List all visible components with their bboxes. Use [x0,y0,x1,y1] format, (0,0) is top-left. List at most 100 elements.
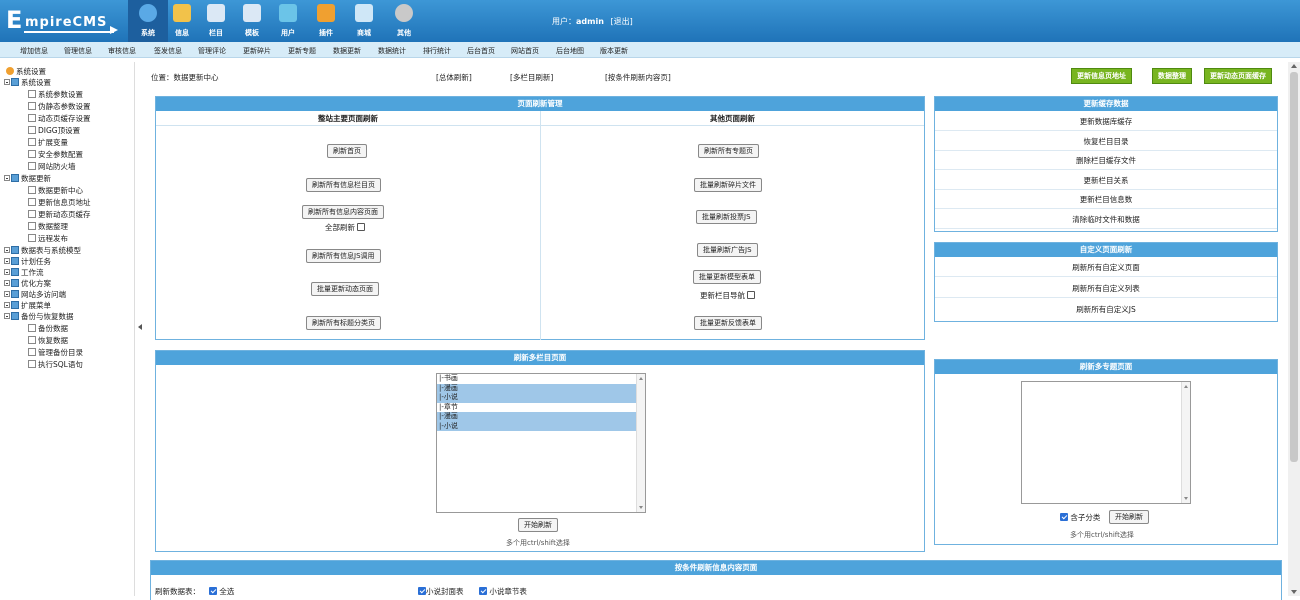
multi-column-refresh-link[interactable]: [多栏目刷新] [510,72,553,83]
sub-menu-item-11[interactable]: 网站首页 [511,46,539,56]
sidebar-item-sys-2[interactable]: 动态页缓存设置 [28,114,91,124]
sub-menu-item-13[interactable]: 版本更新 [600,46,628,56]
sidebar-group-backup[interactable]: 备份与恢复数据 [4,312,74,322]
collapse-arrow-icon[interactable] [138,324,142,330]
column-option-4[interactable]: |-漫画 [437,412,645,422]
conditional-refresh-link[interactable]: [按条件刷新内容页] [605,72,671,83]
page-scroll-thumb[interactable] [1290,72,1298,462]
sidebar-item-upd-2[interactable]: 更新动态页缓存 [28,210,91,220]
sub-menu-item-12[interactable]: 后台地图 [556,46,584,56]
sidebar-group-3[interactable]: 优化方案 [4,279,51,289]
expand-icon[interactable] [4,247,10,253]
update-nav-check[interactable]: 更新栏目导航 [700,290,756,301]
sidebar-item-sys-3[interactable]: DIGG顶设置 [28,126,80,136]
refresh-all-checkbox[interactable] [357,223,366,231]
update-dynamic-cache-button[interactable]: 更新动态页面缓存 [1204,68,1272,84]
custom-item-2[interactable]: 刷新所有自定义JS [935,300,1277,319]
right-refresh-button-3[interactable]: 批量刷新广告JS [697,243,758,257]
sidebar-item-upd-0[interactable]: 数据更新中心 [28,186,83,196]
sidebar-group-0[interactable]: 数据表与系统模型 [4,246,81,256]
select-all-checkbox[interactable] [209,587,217,595]
sidebar-group-2[interactable]: 工作流 [4,268,44,278]
sidebar-item-upd-4[interactable]: 远程发布 [28,234,68,244]
sidebar-item-upd-3[interactable]: 数据整理 [28,222,68,232]
left-refresh-button-3[interactable]: 刷新所有信息JS调用 [306,249,381,263]
cache-item-4[interactable]: 更新栏目信息数 [935,190,1277,209]
expand-icon[interactable] [4,258,10,264]
left-refresh-button-0[interactable]: 刷新首页 [327,144,367,158]
start-refresh-topics-button[interactable]: 开始刷新 [1109,510,1149,524]
sidebar-item-sys-5[interactable]: 安全参数配置 [28,150,83,160]
sub-menu-item-9[interactable]: 排行统计 [423,46,451,56]
sidebar-item-sys-0[interactable]: 系统参数设置 [28,90,83,100]
sidebar-item-bak-2[interactable]: 管理备份目录 [28,348,83,358]
custom-item-1[interactable]: 刷新所有自定义列表 [935,279,1277,298]
right-refresh-button-0[interactable]: 刷新所有专题页 [698,144,759,158]
column-option-2[interactable]: |-小说 [437,393,645,403]
top-menu-7[interactable]: 其他 [384,0,424,42]
column-option-5[interactable]: |-小说 [437,421,645,431]
sub-menu-item-2[interactable]: 审核信息 [108,46,136,56]
sub-menu-item-1[interactable]: 管理信息 [64,46,92,56]
list-scrollbar[interactable] [636,374,645,512]
overall-refresh-link[interactable]: [总体刷新] [436,72,472,83]
page-scrollbar[interactable] [1288,62,1300,596]
logout-link[interactable]: [退出] [610,17,632,26]
cache-item-2[interactable]: 删除栏目缓存文件 [935,151,1277,170]
top-menu-6[interactable]: 商城 [344,0,384,42]
sub-menu-item-8[interactable]: 数据统计 [378,46,406,56]
cache-item-0[interactable]: 更新数据库缓存 [935,112,1277,131]
right-refresh-button-4[interactable]: 批量更新模型表单 [693,270,761,284]
start-refresh-columns-button[interactable]: 开始刷新 [518,518,558,532]
data-organize-button[interactable]: 数据整理 [1152,68,1192,84]
cache-item-1[interactable]: 恢复栏目目录 [935,132,1277,151]
column-option-0[interactable]: |-书画 [437,374,645,384]
sidebar-group-1[interactable]: 计划任务 [4,257,51,267]
include-sub-check[interactable]: 含子分类 [1060,512,1100,523]
top-menu-2[interactable]: 栏目 [196,0,236,42]
custom-item-0[interactable]: 刷新所有自定义页面 [935,258,1277,277]
sidebar-item-sys-4[interactable]: 扩展变量 [28,138,68,148]
top-menu-3[interactable]: 模板 [232,0,272,42]
sidebar-group-system[interactable]: 系统设置 [4,78,51,88]
sidebar-group-5[interactable]: 扩展菜单 [4,301,51,311]
collapse-icon[interactable] [4,175,10,181]
sidebar-item-upd-1[interactable]: 更新信息页地址 [28,198,91,208]
refresh-all-check[interactable]: 全部刷新 [325,222,366,233]
sub-menu-item-0[interactable]: 增加信息 [20,46,48,56]
sub-menu-item-4[interactable]: 管理评论 [198,46,226,56]
include-sub-checkbox[interactable] [1060,513,1068,521]
right-refresh-button-5[interactable]: 批量更新反馈表单 [694,316,762,330]
left-refresh-button-1[interactable]: 刷新所有信息栏目页 [306,178,381,192]
topic-select-list[interactable] [1021,381,1191,504]
update-info-url-button[interactable]: 更新信息页地址 [1071,68,1132,84]
novel-cover-table-check[interactable]: 小说封面表 [418,586,464,597]
sidebar-group-data-update[interactable]: 数据更新 [4,174,51,184]
expand-icon[interactable] [4,291,10,297]
novel-chapter-checkbox[interactable] [479,587,487,595]
update-nav-checkbox[interactable] [747,291,756,299]
top-menu-5[interactable]: 插件 [306,0,346,42]
expand-icon[interactable] [4,269,10,275]
sidebar-item-bak-0[interactable]: 备份数据 [28,324,68,334]
column-option-3[interactable]: |-章节 [437,403,645,413]
sub-menu-item-10[interactable]: 后台首页 [467,46,495,56]
scroll-down-icon[interactable] [639,506,643,509]
novel-chapter-table-check[interactable]: 小说章节表 [479,586,527,597]
expand-icon[interactable] [4,302,10,308]
right-refresh-button-1[interactable]: 批量刷新碎片文件 [694,178,762,192]
cache-item-5[interactable]: 清除临时文件和数据 [935,210,1277,229]
sub-menu-item-3[interactable]: 签发信息 [154,46,182,56]
top-menu-4[interactable]: 用户 [268,0,308,42]
page-scroll-up-icon[interactable] [1291,64,1297,68]
sub-menu-item-5[interactable]: 更新碎片 [243,46,271,56]
expand-icon[interactable] [4,280,10,286]
page-scroll-down-icon[interactable] [1291,590,1297,594]
novel-cover-checkbox[interactable] [418,587,426,595]
topic-scroll-up-icon[interactable] [1184,385,1188,388]
topic-scroll-down-icon[interactable] [1184,497,1188,500]
sub-menu-item-7[interactable]: 数据更新 [333,46,361,56]
right-refresh-button-2[interactable]: 批量刷新投票JS [696,210,757,224]
cache-item-3[interactable]: 更新栏目关系 [935,171,1277,190]
sidebar-splitter[interactable] [134,62,146,596]
